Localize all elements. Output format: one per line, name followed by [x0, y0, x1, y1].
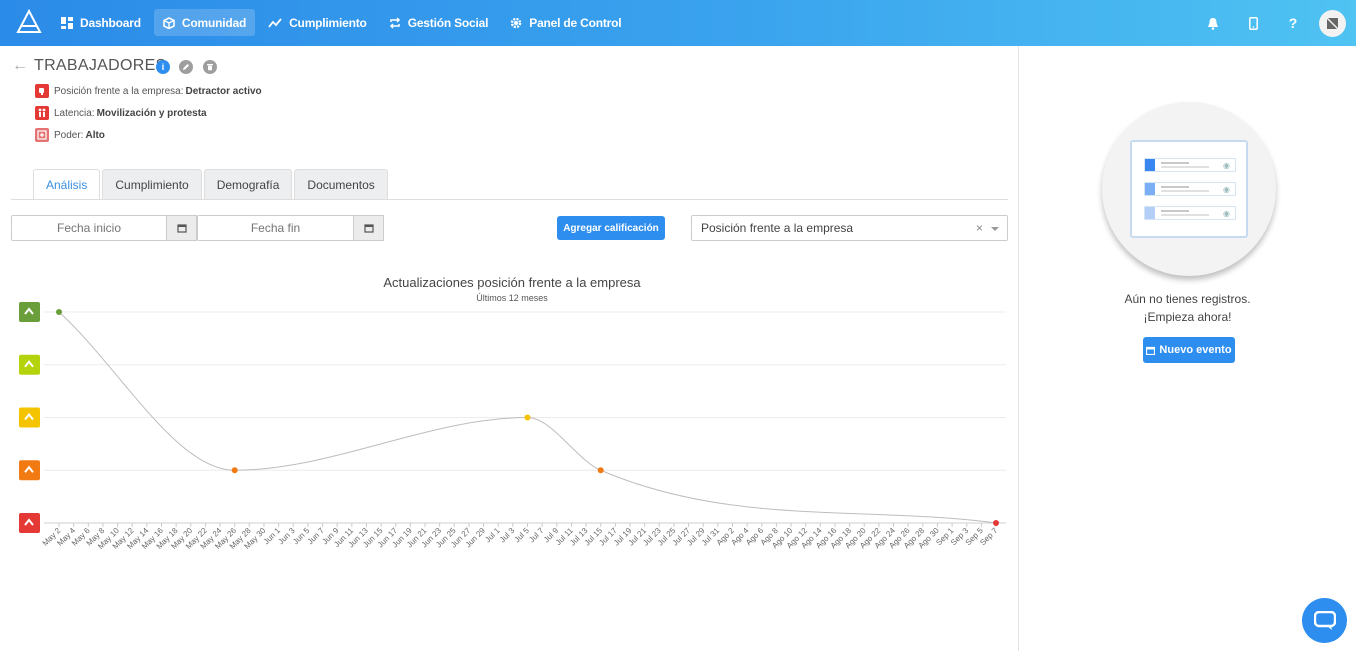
nav-panel-control[interactable]: Panel de Control — [501, 9, 630, 36]
metric-select-value: Posición frente a la empresa — [701, 221, 854, 235]
tab-divider — [11, 199, 1008, 200]
x-tick-label: Jul 3 — [498, 526, 517, 545]
attribute-posicion: Posición frente a la empresa: Detractor … — [35, 84, 262, 98]
level-badge-1 — [19, 513, 40, 533]
trend-icon — [268, 17, 282, 28]
attribute-posicion-value: Detractor activo — [185, 85, 262, 97]
calendar-plus-icon — [1146, 346, 1156, 355]
top-right-actions: ? — [1193, 8, 1346, 38]
nav-comunidad[interactable]: Comunidad — [153, 9, 256, 36]
no-image-icon — [1326, 17, 1339, 29]
nav-dashboard[interactable]: Dashboard — [52, 9, 150, 36]
level-badge-3 — [19, 407, 40, 428]
notifications-button[interactable] — [1193, 8, 1233, 38]
data-point — [524, 414, 531, 421]
edit-icon[interactable] — [179, 60, 193, 74]
empty-state-illustration: ◉ ◉ ◉ — [1102, 102, 1276, 276]
start-date-button[interactable] — [166, 215, 197, 241]
empty-state-cta-text: ¡Empieza ahora! — [1143, 310, 1232, 324]
data-point — [597, 467, 604, 474]
nav-panel-control-label: Panel de Control — [529, 15, 622, 30]
nav-dashboard-label: Dashboard — [80, 15, 141, 30]
chat-button[interactable] — [1302, 598, 1347, 643]
metric-select[interactable]: Posición frente a la empresa × — [691, 215, 1008, 241]
chart-title: Actualizaciones posición frente a la emp… — [383, 275, 641, 290]
end-date-input[interactable] — [197, 215, 354, 241]
nav-gestion-social-label: Gestión Social — [407, 15, 489, 30]
level-badge-5 — [19, 302, 40, 322]
attribute-posicion-label: Posición frente a la empresa: — [54, 85, 184, 97]
start-date-input[interactable] — [11, 215, 167, 241]
top-navbar: Dashboard Comunidad Cumplimiento Gestión… — [0, 0, 1356, 46]
logo-icon[interactable] — [16, 9, 42, 35]
x-tick-label: Jul 1 — [483, 526, 502, 545]
chevron-down-icon[interactable] — [991, 227, 999, 231]
new-event-button[interactable]: Nuevo evento — [1143, 337, 1235, 363]
repeat-icon — [389, 16, 400, 29]
page-title: TRABAJADORES — [34, 57, 167, 74]
attribute-poder-label: Poder: — [54, 129, 84, 141]
bell-icon — [1208, 17, 1218, 30]
empty-state-text: Aún no tienes registros. — [1124, 292, 1251, 306]
attribute-poder-value: Alto — [85, 129, 105, 141]
end-date-button[interactable] — [353, 215, 384, 241]
attribute-poder: Poder: Alto — [35, 128, 105, 142]
help-button[interactable]: ? — [1273, 8, 1313, 38]
add-rating-button[interactable]: Agregar calificación — [557, 216, 665, 240]
help-icon: ? — [1288, 15, 1298, 31]
main-nav: Dashboard Comunidad Cumplimiento Gestión… — [52, 9, 630, 36]
data-point — [993, 520, 999, 526]
data-point — [56, 309, 62, 315]
nav-cumplimiento-label: Cumplimiento — [289, 15, 367, 30]
panel-divider — [1018, 46, 1019, 651]
people-icon — [35, 106, 49, 120]
chat-icon — [1313, 610, 1336, 630]
tab-analisis[interactable]: Análisis — [33, 169, 101, 200]
gear-icon — [511, 17, 522, 28]
tab-cumplimiento[interactable]: Cumplimiento — [102, 169, 202, 200]
mobile-icon — [1248, 16, 1258, 30]
user-avatar[interactable] — [1319, 9, 1346, 37]
power-icon — [35, 128, 49, 142]
attribute-latencia-label: Latencia: — [54, 107, 95, 119]
nav-comunidad-label: Comunidad — [181, 15, 247, 30]
x-tick-label: Sep 7 — [978, 526, 1000, 548]
position-chart: May 2May 4May 6May 8May 10May 12May 14Ma… — [19, 302, 1006, 551]
empty-list-card: ◉ ◉ ◉ — [1130, 140, 1248, 238]
clear-icon[interactable]: × — [976, 221, 983, 235]
tab-documentos[interactable]: Documentos — [294, 169, 388, 200]
tab-bar: Análisis Cumplimiento Demografía Documen… — [33, 169, 388, 200]
calendar-icon — [176, 224, 187, 233]
x-tick-label: Jul 7 — [527, 526, 546, 545]
back-arrow-icon[interactable]: ← — [12, 57, 28, 75]
mobile-button[interactable] — [1233, 8, 1273, 38]
thumbs-down-icon — [35, 84, 49, 98]
nav-cumplimiento[interactable]: Cumplimiento — [259, 9, 376, 36]
level-badge-4 — [19, 354, 40, 375]
attribute-latencia-value: Movilización y protesta — [96, 107, 207, 119]
x-tick-label: Jul 5 — [513, 526, 532, 545]
calendar-icon — [363, 224, 374, 233]
cube-icon — [163, 16, 175, 29]
delete-icon[interactable] — [203, 60, 217, 74]
level-badge-2 — [19, 460, 40, 481]
data-point — [231, 467, 238, 474]
info-icon[interactable]: i — [156, 60, 170, 74]
tab-demografia[interactable]: Demografía — [203, 169, 293, 200]
dashboard-icon — [61, 16, 73, 29]
nav-gestion-social[interactable]: Gestión Social — [380, 9, 498, 36]
new-event-label: Nuevo evento — [1159, 344, 1232, 356]
attribute-latencia: Latencia: Movilización y protesta — [35, 106, 207, 120]
